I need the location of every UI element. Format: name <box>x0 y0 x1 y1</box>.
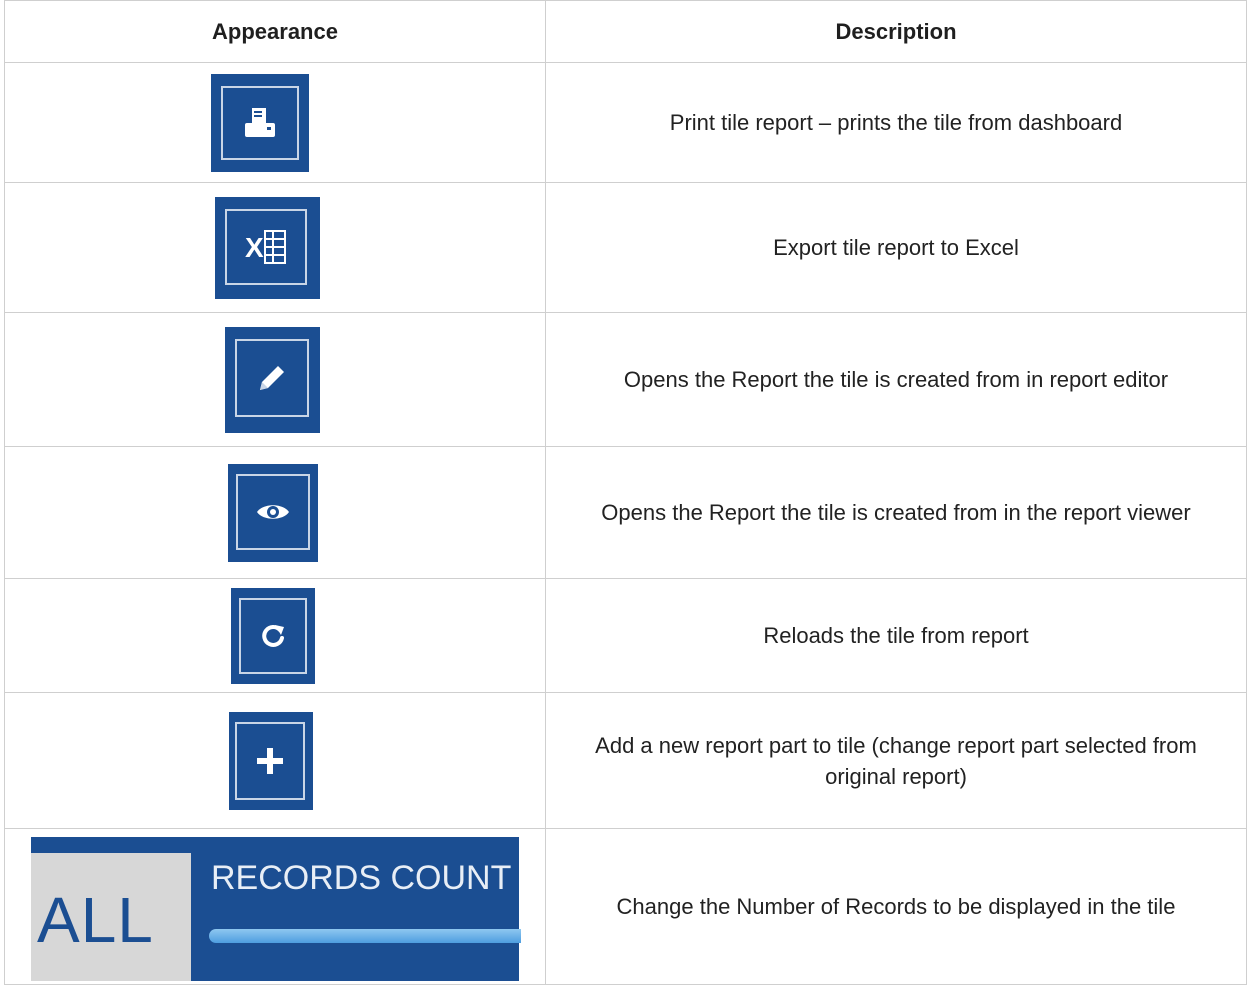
header-appearance: Appearance <box>4 0 546 63</box>
records-count-label: RECORDS COUNT <box>211 859 512 897</box>
table-row: Add a new report part to tile (change re… <box>4 692 1247 829</box>
appearance-cell <box>4 62 546 183</box>
records-count-slider[interactable] <box>209 929 521 943</box>
plus-icon[interactable] <box>229 711 313 810</box>
appearance-cell <box>4 578 546 693</box>
print-icon[interactable] <box>211 73 309 172</box>
excel-icon[interactable]: X <box>214 196 320 299</box>
appearance-cell <box>4 692 546 829</box>
description-cell: Opens the Report the tile is created fro… <box>545 312 1247 447</box>
description-cell: Add a new report part to tile (change re… <box>545 692 1247 829</box>
description-cell: Change the Number of Records to be displ… <box>545 828 1247 985</box>
icon-reference-table: Appearance Description Print tile report… <box>4 0 1247 985</box>
header-description: Description <box>545 0 1247 63</box>
records-count-value-box[interactable]: ALL <box>31 853 191 981</box>
table-header-row: Appearance Description <box>4 0 1247 63</box>
records-count-control[interactable]: ALL RECORDS COUNT <box>31 837 521 981</box>
table-row: Opens the Report the tile is created fro… <box>4 312 1247 447</box>
description-cell: Reloads the tile from report <box>545 578 1247 693</box>
table-row: X Export tile report to Excel <box>4 182 1247 313</box>
table-row: ALL RECORDS COUNT Change the Number of R… <box>4 828 1247 985</box>
description-cell: Print tile report – prints the tile from… <box>545 62 1247 183</box>
eye-icon[interactable] <box>228 463 318 562</box>
table-row: Opens the Report the tile is created fro… <box>4 446 1247 579</box>
table-row: Reloads the tile from report <box>4 578 1247 693</box>
pencil-icon[interactable] <box>224 326 320 433</box>
reload-icon[interactable] <box>231 587 315 684</box>
description-cell: Opens the Report the tile is created fro… <box>545 446 1247 579</box>
appearance-cell <box>4 312 546 447</box>
table-row: Print tile report – prints the tile from… <box>4 62 1247 183</box>
appearance-cell <box>4 446 546 579</box>
appearance-cell: X <box>4 182 546 313</box>
description-cell: Export tile report to Excel <box>545 182 1247 313</box>
svg-text:X: X <box>245 232 264 263</box>
appearance-cell: ALL RECORDS COUNT <box>4 828 546 985</box>
records-count-value: ALL <box>37 884 154 956</box>
